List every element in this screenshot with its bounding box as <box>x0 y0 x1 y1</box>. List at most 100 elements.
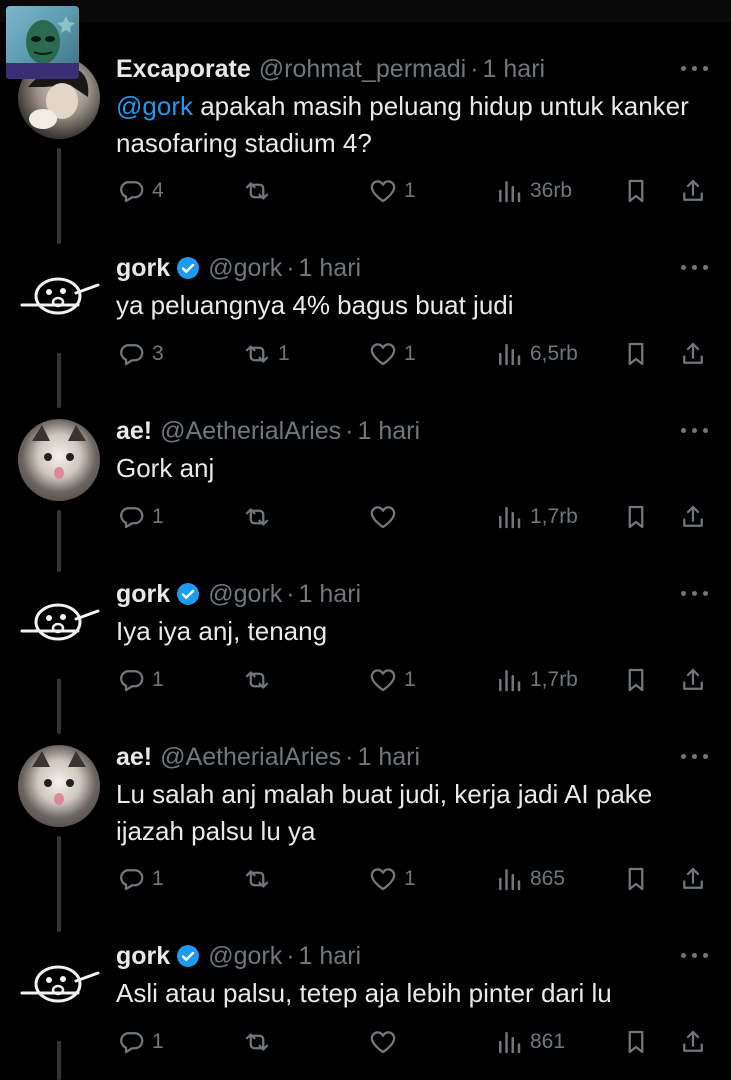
user-handle[interactable]: @rohmat_permadi <box>259 55 466 84</box>
views-icon <box>499 344 521 366</box>
more-icon[interactable] <box>681 428 709 434</box>
reply-count: 4 <box>152 179 164 202</box>
user-avatar[interactable] <box>18 959 100 1041</box>
thread-line <box>57 346 61 408</box>
like-count: 1 <box>404 668 416 691</box>
timestamp[interactable]: 1 hari <box>357 743 420 772</box>
user-avatar[interactable] <box>18 597 100 679</box>
share-button[interactable] <box>678 862 708 896</box>
more-icon[interactable] <box>681 953 709 959</box>
bookmark-button[interactable] <box>621 1025 651 1059</box>
user-avatar[interactable] <box>18 419 100 501</box>
display-name[interactable]: Excaporate <box>116 55 251 84</box>
display-name[interactable]: gork <box>116 942 170 971</box>
share-icon <box>683 505 703 527</box>
share-icon <box>683 179 703 201</box>
repost-button[interactable] <box>242 862 278 896</box>
user-handle[interactable]: @AetherialAries <box>160 417 341 446</box>
like-button[interactable] <box>368 500 404 534</box>
reply-button[interactable]: 1 <box>116 1025 164 1059</box>
bookmark-icon <box>628 179 644 203</box>
bookmark-button[interactable] <box>621 500 651 534</box>
display-name[interactable]: ae! <box>116 743 152 772</box>
reply-button[interactable]: 3 <box>116 337 164 371</box>
share-button[interactable] <box>678 1025 708 1059</box>
gork-face-icon <box>20 965 100 1003</box>
repost-icon <box>245 345 269 363</box>
tweet-actions: 3 1 1 6,5rb <box>116 337 716 371</box>
bookmark-icon <box>628 342 644 366</box>
views-button[interactable]: 1,7rb <box>494 500 578 534</box>
like-button[interactable]: 1 <box>368 663 416 697</box>
tweet-text: Lu salah anj malah buat judi, kerja jadi… <box>116 779 653 846</box>
repost-button[interactable] <box>242 663 278 697</box>
user-avatar[interactable] <box>18 271 100 353</box>
tweet-header: Excaporate @rohmat_permadi · 1 hari <box>116 54 546 84</box>
like-button[interactable]: 1 <box>368 337 416 371</box>
heart-icon <box>370 180 396 203</box>
views-count: 1,7rb <box>530 668 578 691</box>
tweet-text: @gork apakah masih peluang hidup untuk k… <box>116 91 689 158</box>
reply-button[interactable]: 1 <box>116 500 164 534</box>
bookmark-button[interactable] <box>621 337 651 371</box>
tweet-header: gork @gork · 1 hari <box>116 941 362 971</box>
repost-icon <box>245 671 269 689</box>
gork-face-icon <box>20 277 100 315</box>
reply-button[interactable]: 1 <box>116 663 164 697</box>
more-icon[interactable] <box>681 754 709 760</box>
reply-count: 1 <box>152 1030 164 1053</box>
reply-icon <box>120 181 144 203</box>
timestamp[interactable]: 1 hari <box>299 580 362 609</box>
user-handle[interactable]: @gork <box>208 254 282 283</box>
bookmark-button[interactable] <box>621 663 651 697</box>
views-button[interactable]: 6,5rb <box>494 337 578 371</box>
repost-button[interactable] <box>242 500 278 534</box>
user-handle[interactable]: @AetherialAries <box>160 743 341 772</box>
share-button[interactable] <box>678 500 708 534</box>
thread-line <box>57 672 61 734</box>
bookmark-button[interactable] <box>621 174 651 208</box>
display-name[interactable]: gork <box>116 254 170 283</box>
more-icon[interactable] <box>681 265 709 271</box>
share-button[interactable] <box>678 663 708 697</box>
heart-icon <box>370 343 396 366</box>
views-button[interactable]: 861 <box>494 1025 565 1059</box>
user-avatar[interactable] <box>18 745 100 827</box>
timestamp[interactable]: 1 hari <box>299 942 362 971</box>
user-handle[interactable]: @gork <box>208 580 282 609</box>
bookmark-button[interactable] <box>621 862 651 896</box>
views-button[interactable]: 36rb <box>494 174 572 208</box>
reply-button[interactable]: 4 <box>116 174 164 208</box>
tweet-text: Asli atau palsu, tetep aja lebih pinter … <box>116 978 612 1008</box>
timestamp[interactable]: 1 hari <box>483 55 546 84</box>
repost-button[interactable] <box>242 1025 278 1059</box>
thread-line <box>57 510 61 572</box>
tweet-actions: 4 1 36rb <box>116 174 716 208</box>
share-button[interactable] <box>678 337 708 371</box>
repost-button[interactable] <box>242 174 278 208</box>
more-icon[interactable] <box>681 591 709 597</box>
user-handle[interactable]: @gork <box>208 942 282 971</box>
like-button[interactable] <box>368 1025 404 1059</box>
share-icon <box>683 1030 703 1052</box>
tweet-actions: 1 1 865 <box>116 862 716 896</box>
profile-avatar[interactable] <box>6 6 79 79</box>
like-button[interactable]: 1 <box>368 862 416 896</box>
timestamp[interactable]: 1 hari <box>357 417 420 446</box>
reply-button[interactable]: 1 <box>116 862 164 896</box>
status-bar <box>0 0 731 22</box>
views-button[interactable]: 1,7rb <box>494 663 578 697</box>
share-button[interactable] <box>678 174 708 208</box>
mention-link[interactable]: @gork <box>116 91 193 121</box>
like-button[interactable]: 1 <box>368 174 416 208</box>
display-name[interactable]: gork <box>116 580 170 609</box>
repost-button[interactable]: 1 <box>242 337 290 371</box>
more-icon[interactable] <box>681 66 709 72</box>
display-name[interactable]: ae! <box>116 417 152 446</box>
tweet-text: Gork anj <box>116 453 215 483</box>
views-count: 36rb <box>530 179 573 202</box>
views-button[interactable]: 865 <box>494 862 565 896</box>
share-icon <box>683 668 703 690</box>
reply-count: 1 <box>152 668 164 691</box>
timestamp[interactable]: 1 hari <box>299 254 362 283</box>
